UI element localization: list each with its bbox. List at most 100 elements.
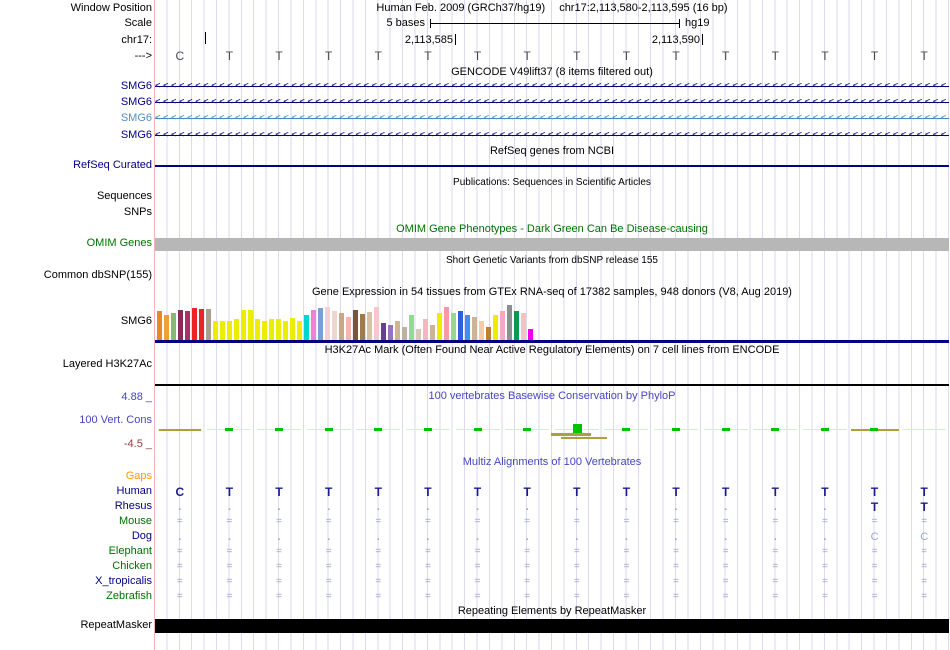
gene-label-smg6-4[interactable]: SMG6	[121, 129, 152, 142]
conservation-mark	[820, 428, 829, 431]
track-title-repeatmasker[interactable]: Repeating Elements by RepeatMasker	[155, 605, 949, 618]
gtex-tissue-bar	[444, 307, 449, 340]
track-label-layered-h3k27ac[interactable]: Layered H3K27Ac	[63, 358, 152, 371]
alignment-cell: T	[870, 499, 879, 514]
scale-assembly: hg19	[685, 17, 710, 29]
alignment-cell: =	[772, 545, 779, 557]
alignment-cell: =	[772, 575, 779, 587]
track-label-repeatmasker[interactable]: RepeatMasker	[80, 619, 152, 632]
base-letter: T	[424, 49, 432, 63]
gtex-tissue-bar	[255, 319, 260, 340]
alignment-cell: C	[870, 530, 879, 543]
conservation-wiggle-track[interactable]	[155, 420, 949, 446]
repeatmasker-element-bar[interactable]	[155, 619, 949, 633]
gene-label-smg6-1[interactable]: SMG6	[121, 80, 152, 93]
species-label-human[interactable]: Human	[117, 485, 152, 498]
base-letter: T	[473, 49, 482, 63]
gtex-tissue-bar	[318, 308, 323, 340]
alignment-cell: .	[525, 500, 529, 513]
gene-label-smg6-3[interactable]: SMG6	[121, 112, 152, 125]
track-title-gtex[interactable]: Gene Expression in 54 tissues from GTEx …	[155, 286, 949, 299]
track-title-gencode[interactable]: GENCODE V49lift37 (8 items filtered out)	[155, 66, 949, 79]
gtex-tissue-bar	[311, 310, 316, 340]
alignment-cell: =	[325, 560, 332, 572]
base-sequence-row[interactable]: CTTTTTTTTTTTTTTT	[155, 50, 949, 63]
base-letter: T	[275, 49, 283, 63]
omim-gene-bar[interactable]	[155, 238, 949, 251]
track-label-common-dbsnp[interactable]: Common dbSNP(155)	[44, 269, 152, 282]
track-label-vert-cons[interactable]: 100 Vert. Cons	[79, 414, 152, 427]
alignment-cell: T	[821, 484, 829, 499]
alignment-cell: .	[227, 500, 231, 513]
gtex-expression-barchart[interactable]	[157, 301, 533, 340]
gtex-tissue-bar	[206, 309, 211, 340]
track-title-publications[interactable]: Publications: Sequences in Scientific Ar…	[155, 176, 949, 189]
track-label-gaps[interactable]: Gaps	[126, 470, 152, 483]
base-letter: T	[722, 49, 730, 63]
alignment-cell: =	[425, 515, 431, 527]
track-title-omim[interactable]: OMIM Gene Phenotypes - Dark Green Can Be…	[155, 223, 949, 236]
conservation-mark	[560, 437, 607, 439]
alignment-cell: =	[722, 515, 729, 527]
conservation-mark	[225, 428, 234, 431]
alignment-cell: =	[822, 515, 828, 527]
alignment-row-chicken[interactable]: = = = = = = = = = = = = = = = =	[155, 560, 949, 574]
species-label-mouse[interactable]: Mouse	[119, 515, 152, 528]
species-label-dog[interactable]: Dog	[132, 530, 152, 543]
track-title-dbsnp[interactable]: Short Genetic Variants from dbSNP releas…	[155, 254, 949, 267]
alignment-cell: T	[672, 484, 680, 499]
alignment-cell: =	[921, 575, 928, 587]
alignment-row-x_tropicalis[interactable]: = = = = = = = = = = = = = = = =	[155, 575, 949, 589]
track-label-gtex-smg6[interactable]: SMG6	[121, 315, 152, 328]
gtex-tissue-bar	[430, 325, 435, 340]
alignment-row-zebrafish[interactable]: = = = = = = = = = = = = = = = =	[155, 590, 949, 604]
track-label-sequences[interactable]: Sequences	[97, 190, 152, 203]
track-title-phylop[interactable]: 100 vertebrates Basewise Conservation by…	[155, 390, 949, 403]
alignment-cell: =	[524, 545, 531, 557]
species-label-x_tropicalis[interactable]: X_tropicalis	[95, 575, 152, 588]
alignment-cell: =	[375, 590, 382, 602]
gtex-tissue-bar	[304, 315, 309, 340]
species-label-elephant[interactable]: Elephant	[109, 545, 152, 558]
alignment-row-human[interactable]: CTTTTTTTTTTTTTTT	[155, 485, 949, 499]
alignment-cell: =	[623, 575, 630, 587]
alignment-row-rhesus[interactable]: .............. T T	[155, 500, 949, 514]
gene-label-smg6-2[interactable]: SMG6	[121, 96, 152, 109]
alignment-row-mouse[interactable]: = = = = = = = = = = = = = = = =	[155, 515, 949, 529]
track-label-refseq-curated[interactable]: RefSeq Curated	[73, 159, 152, 172]
track-title-multiz[interactable]: Multiz Alignments of 100 Vertebrates	[155, 456, 949, 469]
alignment-cell: T	[374, 484, 382, 499]
gtex-tissue-bar	[500, 311, 505, 340]
alignment-cell: =	[226, 590, 233, 602]
gene-model-smg6-3[interactable]: <<<<<<<<<<<<<<<<<<<<<<<<<<<<<<<<<<<<<<<<…	[155, 112, 949, 125]
track-title-refseq[interactable]: RefSeq genes from NCBI	[155, 145, 949, 158]
species-label-chicken[interactable]: Chicken	[112, 560, 152, 573]
refseq-gene-line[interactable]	[155, 165, 949, 167]
alignment-cell: .	[823, 530, 827, 543]
gtex-tissue-bar	[493, 315, 498, 340]
track-title-h3k27ac[interactable]: H3K27Ac Mark (Often Found Near Active Re…	[155, 344, 949, 357]
alignment-cell: =	[276, 590, 282, 602]
gtex-tissue-bar	[248, 310, 253, 340]
alignment-cell: T	[722, 484, 730, 499]
alignment-cell: .	[823, 500, 827, 513]
alignment-row-dog[interactable]: .............. C C	[155, 530, 949, 544]
track-label-omim-genes[interactable]: OMIM Genes	[87, 237, 152, 250]
alignment-cell: =	[524, 560, 531, 572]
strand-direction-label: --->	[134, 50, 152, 62]
alignment-cell: T	[920, 484, 928, 499]
gene-model-smg6-4[interactable]: <<<<<<<<<<<<<<<<<<<<<<<<<<<<<<<<<<<<<<<<…	[155, 129, 949, 142]
gene-model-smg6-1[interactable]: <<<<<<<<<<<<<<<<<<<<<<<<<<<<<<<<<<<<<<<<…	[155, 80, 949, 93]
base-letter: T	[573, 49, 581, 63]
track-label-snps[interactable]: SNPs	[124, 206, 152, 219]
species-label-zebrafish[interactable]: Zebrafish	[106, 590, 152, 603]
alignment-row-elephant[interactable]: = = = = = = = = = = = = = = = =	[155, 545, 949, 559]
species-label-rhesus[interactable]: Rhesus	[115, 500, 152, 513]
gene-model-smg6-2[interactable]: <<<<<<<<<<<<<<<<<<<<<<<<<<<<<<<<<<<<<<<<…	[155, 96, 949, 109]
gtex-tissue-bar	[528, 329, 533, 340]
gtex-tissue-bar	[325, 307, 330, 340]
alignment-cell: =	[673, 575, 679, 587]
base-letter: T	[920, 49, 928, 63]
alignment-cell: T	[473, 484, 482, 499]
conservation-mark	[672, 428, 681, 431]
